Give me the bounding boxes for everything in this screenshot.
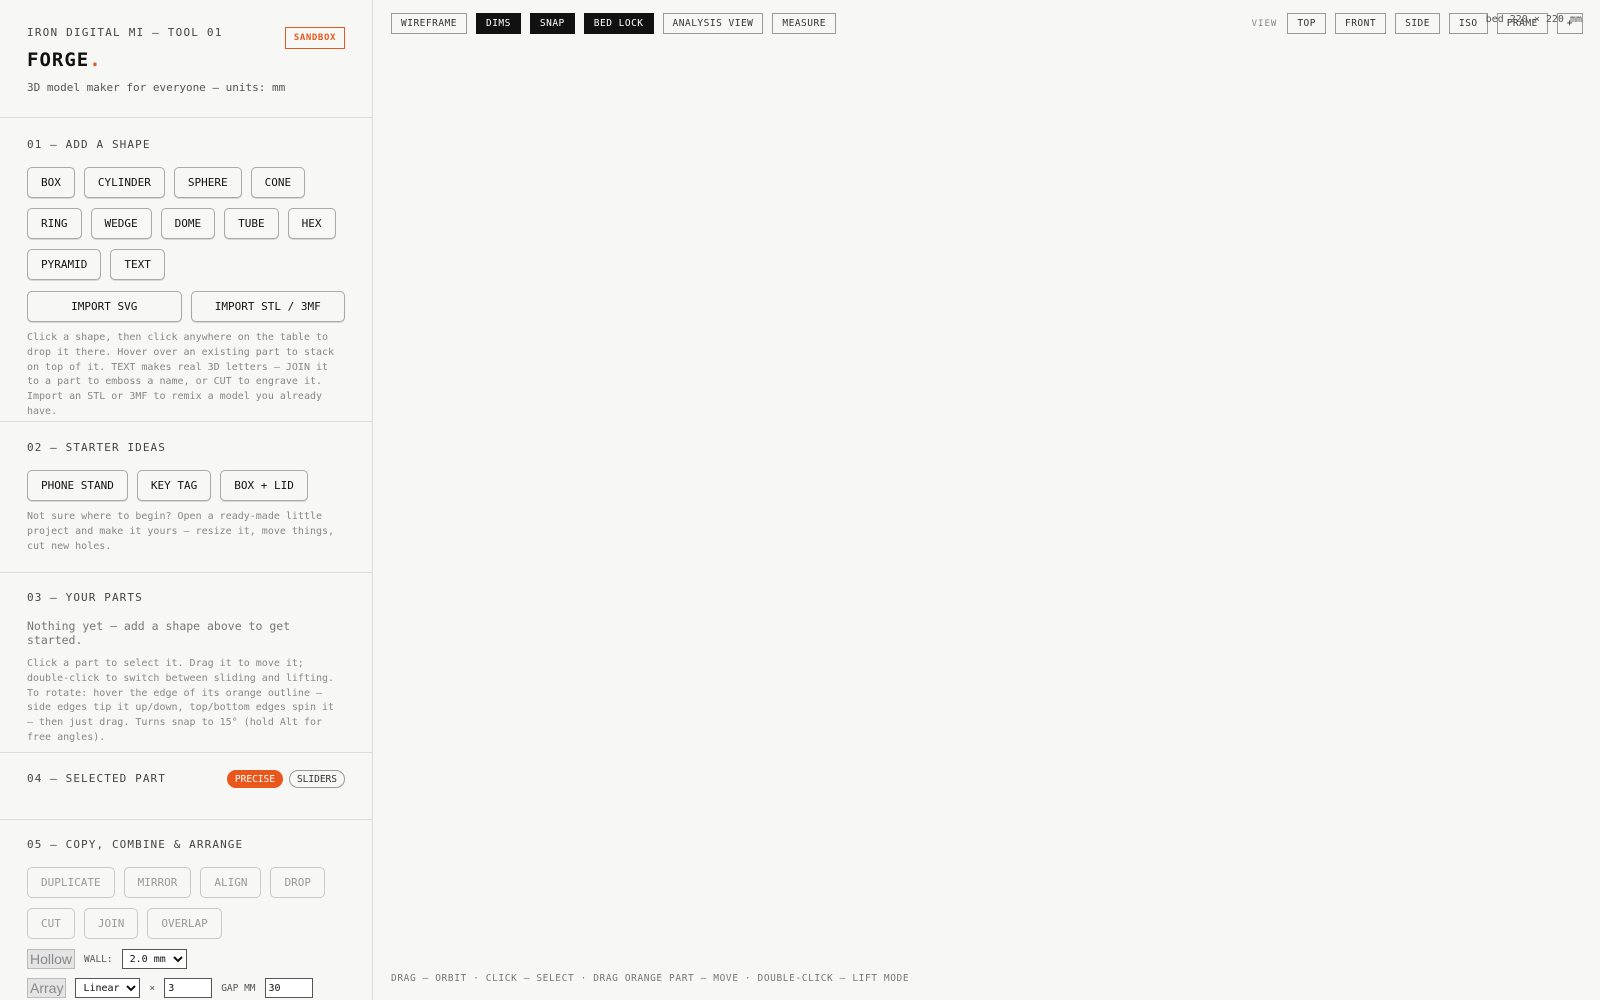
shape-dome-button[interactable]: DOME	[160, 208, 216, 239]
sandbox-badge: SANDBOX	[284, 27, 345, 49]
view-label: VIEW	[1251, 18, 1278, 29]
brand-dot: .	[89, 49, 102, 71]
edit-mode-toggle: PRECISE SLIDERS	[226, 770, 345, 788]
arrange-duplicate-button[interactable]: DUPLICATE	[27, 867, 115, 898]
shape-cone-button[interactable]: CONE	[250, 167, 306, 198]
starter-buttons: PHONE STAND KEY TAG BOX + LID	[27, 470, 347, 501]
arrange-align-button[interactable]: ALIGN	[200, 867, 262, 898]
view-iso-button[interactable]: ISO	[1448, 13, 1488, 34]
starter-ideas-title: 02 — STARTER IDEAS	[27, 441, 167, 454]
import-stl-button[interactable]: IMPORT STL / 3MF	[190, 291, 345, 322]
wall-label: WALL:	[84, 953, 113, 965]
starter-key-tag-button[interactable]: KEY TAG	[136, 470, 212, 501]
array-mode-select[interactable]: Linear	[75, 978, 141, 998]
shape-text-button[interactable]: TEXT	[110, 249, 165, 280]
shape-buttons: BOX CYLINDER SPHERE CONE RING WEDGE DOME TUBE HE…	[27, 167, 347, 280]
starter-box-lid-button[interactable]: BOX + LID	[220, 470, 308, 501]
brand-name: FORGE	[27, 49, 90, 71]
array-button[interactable]: Array	[27, 978, 67, 998]
view-toolbar: WIREFRAME DIMS SNAP BED LOCK ANALYSIS VIEW ME…	[391, 13, 836, 34]
sliders-mode-button[interactable]: SLIDERS	[288, 770, 345, 788]
import-svg-button[interactable]: IMPORT SVG	[27, 291, 182, 322]
view-top-button[interactable]: TOP	[1287, 13, 1326, 34]
add-shape-title: 01 — ADD A SHAPE	[27, 138, 151, 151]
view-side-button[interactable]: SIDE	[1395, 13, 1440, 34]
starter-ideas-section: 02 — STARTER IDEAS PHONE STAND KEY TAG BOX…	[0, 422, 372, 573]
app-brand: FORGE.	[27, 49, 345, 71]
shape-hex-button[interactable]: HEX	[287, 208, 336, 239]
3d-viewport[interactable]: WIREFRAME DIMS SNAP BED LOCK ANALYSIS VIEW ME…	[373, 0, 1600, 1000]
precise-mode-button[interactable]: PRECISE	[226, 770, 283, 788]
sidebar-header: IRON DIGITAL MI — TOOL 01 FORGE. 3D mode…	[0, 0, 372, 118]
your-parts-section: 03 — YOUR PARTS Nothing yet — add a shap…	[0, 573, 372, 753]
controls-hint: DRAG — ORBIT · CLICK — SELECT · DRAG ORA…	[391, 973, 910, 984]
shape-ring-button[interactable]: RING	[27, 208, 82, 239]
hollow-button[interactable]: Hollow	[27, 949, 76, 969]
starter-phone-stand-button[interactable]: PHONE STAND	[27, 470, 128, 501]
toggle-snap-button[interactable]: SNAP	[529, 13, 575, 34]
arrange-buttons: DUPLICATE MIRROR ALIGN DROP CUT JOIN OVERLAP	[27, 867, 347, 939]
parts-empty-state: Nothing yet — add a shape above to get s…	[27, 619, 291, 647]
arrange-section: 05 — COPY, COMBINE & ARRANGE DUPLICATE MI…	[0, 820, 372, 998]
shape-tube-button[interactable]: TUBE	[224, 208, 279, 239]
array-count-input[interactable]	[164, 978, 213, 998]
toggle-dims-button[interactable]: DIMS	[475, 13, 521, 34]
sidebar: IRON DIGITAL MI — TOOL 01 FORGE. 3D mode…	[0, 0, 373, 1000]
shape-cylinder-button[interactable]: CYLINDER	[83, 167, 165, 198]
shape-wedge-button[interactable]: WEDGE	[90, 208, 152, 239]
toggle-measure-button[interactable]: MEASURE	[772, 13, 836, 34]
starter-help: Not sure where to begin? Open a ready-ma…	[27, 511, 335, 552]
times-sign: ×	[149, 982, 156, 994]
add-shape-help: Click a shape, then click anywhere on th…	[27, 332, 335, 417]
shape-sphere-button[interactable]: SPHERE	[173, 167, 242, 198]
bed-size-readout: bed 220 × 220 mm	[1485, 14, 1582, 25]
your-parts-title: 03 — YOUR PARTS	[27, 591, 143, 604]
shape-box-button[interactable]: BOX	[27, 167, 75, 198]
arrange-title: 05 — COPY, COMBINE & ARRANGE	[27, 838, 244, 851]
toggle-wireframe-button[interactable]: WIREFRAME	[391, 13, 467, 34]
app-subtitle: 3D model maker for everyone — units: mm	[27, 81, 286, 94]
array-gap-input[interactable]	[264, 978, 313, 998]
selected-part-section: 04 — SELECTED PART PRECISE SLIDERS	[0, 753, 372, 820]
shape-pyramid-button[interactable]: PYRAMID	[27, 249, 102, 280]
toggle-analysis-view-button[interactable]: ANALYSIS VIEW	[662, 13, 764, 34]
arrange-mirror-button[interactable]: MIRROR	[123, 867, 192, 898]
arrange-cut-button[interactable]: CUT	[27, 908, 75, 939]
add-shape-section: 01 — ADD A SHAPE BOX CYLINDER SPHERE CONE RI…	[0, 118, 372, 422]
parts-help: Click a part to select it. Drag it to mo…	[27, 658, 335, 743]
toggle-bed-lock-button[interactable]: BED LOCK	[583, 13, 654, 34]
wall-thickness-select[interactable]: 2.0 mm	[121, 949, 187, 969]
arrange-drop-button[interactable]: DROP	[270, 867, 325, 898]
gap-label: GAP MM	[221, 982, 256, 994]
arrange-overlap-button[interactable]: OVERLAP	[147, 908, 222, 939]
arrange-join-button[interactable]: JOIN	[83, 908, 139, 939]
view-front-button[interactable]: FRONT	[1334, 13, 1387, 34]
